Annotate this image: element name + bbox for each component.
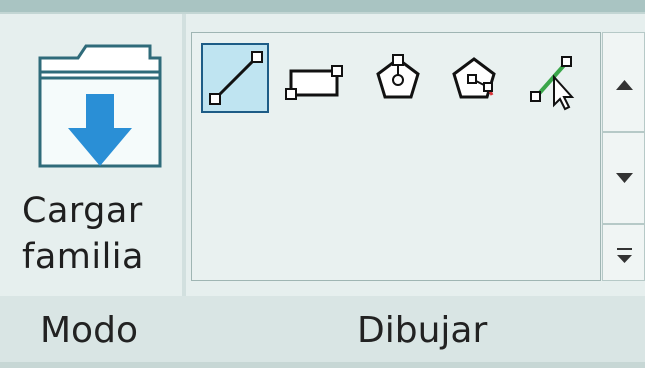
line-icon xyxy=(209,51,263,105)
draw-gallery xyxy=(191,32,601,281)
gallery-expand-button[interactable] xyxy=(602,224,645,281)
rectangle-icon xyxy=(285,65,343,100)
group-label-modo: Modo xyxy=(40,310,138,351)
gallery-scroll-down-button[interactable] xyxy=(602,132,645,224)
rectangle-tool[interactable] xyxy=(282,43,350,113)
gallery-scrollbar xyxy=(602,32,645,281)
circumscribed-polygon-icon xyxy=(452,57,496,99)
pick-lines-icon xyxy=(530,56,575,111)
inscribed-polygon-icon xyxy=(376,54,420,99)
inscribed-polygon-tool[interactable] xyxy=(364,43,432,113)
gallery-scroll-up-button[interactable] xyxy=(602,32,645,132)
more-icon xyxy=(617,248,632,263)
load-family-button[interactable]: Cargar familia xyxy=(22,26,172,288)
pick-lines-tool[interactable] xyxy=(522,43,590,113)
ribbon-top-strip xyxy=(0,0,645,12)
group-label-dibujar: Dibujar xyxy=(357,310,488,351)
load-family-label: Cargar familia xyxy=(22,191,144,277)
triangle-up-icon xyxy=(616,80,633,90)
ribbon-bottom-line xyxy=(0,362,645,368)
line-tool[interactable] xyxy=(201,43,269,113)
load-family-icon xyxy=(38,38,168,188)
triangle-down-icon xyxy=(616,173,633,183)
circumscribed-polygon-tool[interactable] xyxy=(442,43,510,113)
